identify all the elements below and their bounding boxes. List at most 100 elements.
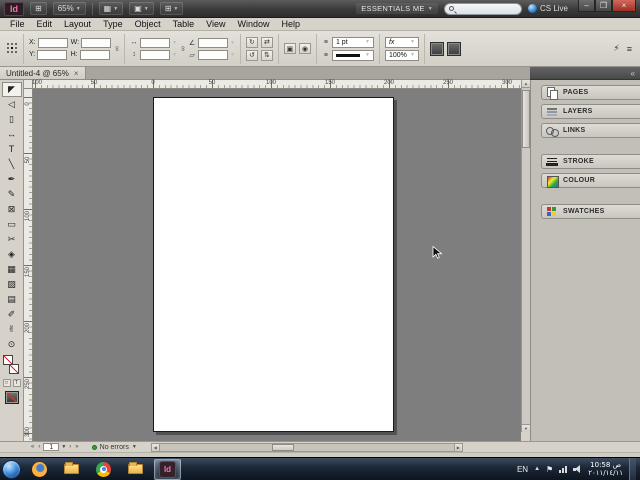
pasteboard[interactable] [33,89,521,441]
page-tool[interactable]: ▯ [2,112,22,127]
stroke-color-swatch[interactable] [8,364,19,374]
close-button[interactable]: × [612,0,636,12]
selection-tool[interactable]: ◤ [1,82,22,97]
hand-tool[interactable]: ✌ [2,322,22,337]
volume-icon[interactable] [573,465,582,473]
quick-apply-button[interactable]: ⚡ [613,43,619,54]
note-tool[interactable]: ▤ [2,292,22,307]
document-page[interactable] [153,97,394,432]
constrain-scale-icon[interactable]: ∞ [179,46,186,51]
taskbar-item-firefox[interactable] [26,459,53,480]
gradient-feather-tool[interactable]: ▨ [2,277,22,292]
x-field[interactable] [37,37,68,48]
scroll-left-button[interactable]: ◀ [150,442,160,452]
select-content-button[interactable]: ◉ [298,43,311,54]
page-number-field[interactable]: 1 [43,443,60,451]
formatting-affects-text-button[interactable]: T [12,379,21,387]
zoom-level-select[interactable]: 65% ▼ [52,2,86,15]
rectangle-tool[interactable]: ▭ [2,217,22,232]
taskbar-item-explorer[interactable] [58,459,85,480]
show-desktop-button[interactable] [629,457,636,480]
panel-button-pages[interactable]: PAGES [541,85,640,100]
taskbar-item-libraries[interactable] [122,459,149,480]
vertical-ruler[interactable]: 0 50 100 150 200 250 300 [24,89,33,441]
screen-mode-button[interactable] [4,391,19,404]
view-options-button[interactable]: ▦ ▼ [98,2,124,15]
zoom-tool[interactable]: ⊙ [2,337,22,352]
formatting-affects-container-button[interactable]: □ [2,379,11,387]
gradient-swatch-tool[interactable]: ▦ [2,262,22,277]
panel-button-stroke[interactable]: STROKE [541,154,640,169]
pen-tool[interactable]: ✒ [2,172,22,187]
next-page-button[interactable]: › [68,444,72,450]
indesign-app-icon[interactable]: Id [4,1,24,16]
select-container-button[interactable]: ▣ [283,43,296,54]
scroll-down-button[interactable]: ▼ [522,424,530,432]
reference-point-proxy[interactable] [7,43,18,54]
panel-button-links[interactable]: LINKS [541,123,640,138]
search-input[interactable] [457,5,517,12]
effects-button[interactable]: fx ▼ [384,36,419,48]
h-field[interactable] [79,49,110,60]
menu-view[interactable]: View [200,18,231,31]
screen-mode-menu-button[interactable]: ▣ ▼ [129,2,154,15]
fill-color-swatch[interactable] [2,355,13,365]
horizontal-scrollbar[interactable]: ◀ ▶ [150,442,463,452]
previous-page-button[interactable]: ‹ [37,444,41,450]
cs-live-button[interactable]: CS Live [527,4,568,13]
rotation-angle-field[interactable] [198,37,229,48]
search-box[interactable] [443,2,522,15]
menu-edit[interactable]: Edit [31,18,59,31]
scissors-tool[interactable]: ✂ [2,232,22,247]
taskbar-item-indesign[interactable]: Id [154,458,181,480]
free-transform-tool[interactable]: ◈ [2,247,22,262]
panel-button-layers[interactable]: LAYERS [541,104,640,119]
w-field[interactable] [81,37,112,48]
y-field[interactable] [37,49,68,60]
fill-swatch-button[interactable] [429,41,444,56]
preflight-menu-dropdown[interactable]: ▼ [132,444,137,450]
rotate-cw-button[interactable]: ↻ [245,36,258,48]
show-hidden-icons-button[interactable]: ▲ [534,466,540,472]
chevron-down-icon[interactable]: ▼ [172,52,177,58]
stroke-swatch-button[interactable] [446,41,461,56]
gap-tool[interactable]: ↔ [2,127,22,142]
scroll-right-button[interactable]: ▶ [453,442,463,452]
type-tool[interactable]: T [2,142,22,157]
rotate-ccw-button[interactable]: ↺ [245,49,258,61]
flip-vertical-button[interactable]: ⇅ [260,49,273,61]
vertical-scrollbar[interactable]: ▲ ▼ [521,80,530,432]
constrain-dimensions-icon[interactable]: ∞ [113,46,120,51]
start-button[interactable] [2,459,21,479]
arrange-documents-button[interactable]: ⊞ ▼ [159,2,184,15]
menu-window[interactable]: Window [231,18,275,31]
menu-table[interactable]: Table [167,18,201,31]
bridge-button[interactable]: ⊞ [30,2,47,15]
menu-layout[interactable]: Layout [58,18,97,31]
horizontal-scroll-thumb[interactable] [271,443,294,451]
scale-y-field[interactable] [140,49,171,60]
network-icon[interactable] [559,465,568,473]
shear-angle-field[interactable] [198,49,229,60]
scroll-up-button[interactable]: ▲ [522,80,530,88]
workspace-switcher[interactable]: ESSENTIALS ME ▼ [356,3,438,14]
last-page-button[interactable]: » [74,444,79,450]
page-select-dropdown[interactable]: ▼ [61,444,66,450]
restore-button[interactable]: ❐ [595,0,612,12]
line-tool[interactable]: ╲ [2,157,22,172]
document-tab[interactable]: Untitled-4 @ 65% × [0,67,86,79]
panel-button-swatches[interactable]: SWATCHES [541,204,640,219]
menu-help[interactable]: Help [275,18,306,31]
preflight-status[interactable]: No errors ▼ [91,444,137,451]
tab-close-icon[interactable]: × [74,69,79,78]
panel-button-colour[interactable]: COLOUR [541,173,640,188]
minimize-button[interactable]: – [578,0,595,12]
horizontal-ruler[interactable]: 100 50 0 50 100 150 200 250 300 [32,80,521,89]
chevron-down-icon[interactable]: ▼ [230,52,235,58]
menu-file[interactable]: File [4,18,31,31]
action-center-icon[interactable]: ⚑ [546,465,553,474]
language-indicator[interactable]: EN [517,465,528,474]
flip-horizontal-button[interactable]: ⇄ [260,36,273,48]
menu-type[interactable]: Type [97,18,129,31]
panel-menu-button[interactable]: ≡ [627,44,632,54]
